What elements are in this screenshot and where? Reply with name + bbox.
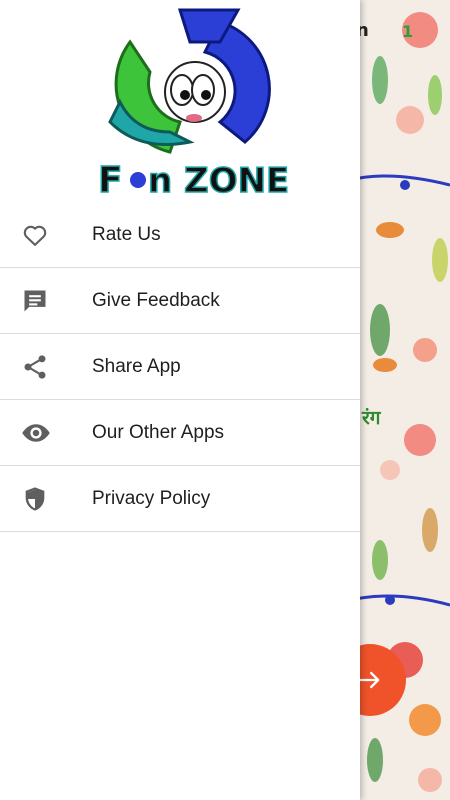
menu-item-label: Our Other Apps <box>92 421 225 443</box>
menu-item-share-app[interactable]: Share App <box>0 334 360 400</box>
menu-item-label: Share App <box>92 355 181 377</box>
menu-item-rate-us[interactable]: Rate Us <box>0 202 360 268</box>
menu-item-give-feedback[interactable]: Give Feedback <box>0 268 360 334</box>
menu-item-our-other-apps[interactable]: Our Other Apps <box>0 400 360 466</box>
share-icon <box>0 353 92 381</box>
background-counter: 1 <box>402 22 414 41</box>
menu-item-label: Privacy Policy <box>92 487 211 509</box>
navigation-drawer: F n ZONE Rate Us Give Feedback Share App <box>0 0 360 800</box>
shield-icon <box>0 485 92 513</box>
menu-item-label: Rate Us <box>92 223 161 245</box>
eye-icon <box>0 418 92 448</box>
feedback-icon <box>0 287 92 315</box>
menu-item-privacy-policy[interactable]: Privacy Policy <box>0 466 360 532</box>
drawer-header: F n ZONE <box>0 0 360 202</box>
fun-zone-logo-graphic: F n ZONE <box>97 8 290 202</box>
logo-text-zone: n ZONE <box>148 161 289 201</box>
fun-zone-logo: F n ZONE <box>70 2 290 202</box>
drawer-menu: Rate Us Give Feedback Share App Our Othe… <box>0 202 360 532</box>
menu-item-label: Give Feedback <box>92 289 220 311</box>
background-hindi-text: रंग <box>362 407 381 429</box>
arrow-right-icon <box>359 671 380 689</box>
heart-outline-icon <box>0 221 92 249</box>
logo-text-f: F <box>98 160 123 201</box>
